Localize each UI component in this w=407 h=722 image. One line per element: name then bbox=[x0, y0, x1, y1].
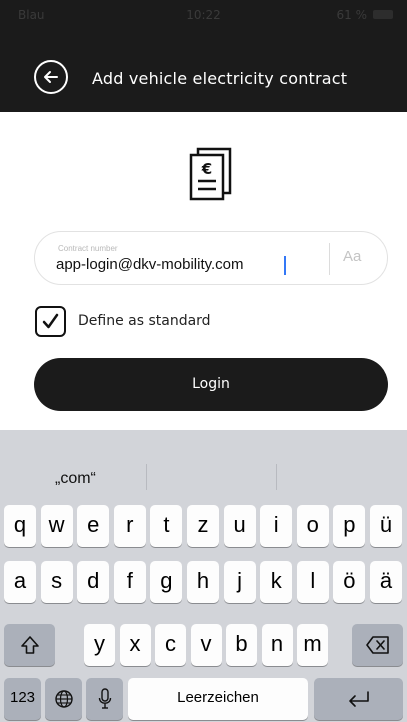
key-ö[interactable]: ö bbox=[333, 561, 366, 603]
contract-number-label: Contract number bbox=[58, 244, 118, 253]
key-g[interactable]: g bbox=[150, 561, 183, 603]
key-j[interactable]: j bbox=[223, 561, 256, 603]
contract-number-input[interactable]: app-login@dkv-mobility.com bbox=[56, 256, 244, 273]
key-c[interactable]: c bbox=[155, 624, 186, 666]
contract-number-field[interactable]: Contract number app-login@dkv-mobility.c… bbox=[34, 231, 388, 285]
key-u[interactable]: u bbox=[223, 505, 256, 547]
backspace-icon bbox=[365, 636, 389, 654]
key-n[interactable]: n bbox=[261, 624, 293, 666]
microphone-key[interactable] bbox=[86, 678, 123, 720]
case-toggle-button[interactable]: Aa bbox=[343, 248, 361, 265]
key-x[interactable]: x bbox=[119, 624, 151, 666]
numbers-key[interactable]: 123 bbox=[4, 678, 41, 720]
key-l[interactable]: l bbox=[296, 561, 329, 603]
euro-document-icon: € bbox=[189, 147, 232, 201]
key-b[interactable]: b bbox=[226, 624, 257, 666]
key-h[interactable]: h bbox=[187, 561, 219, 603]
checkmark-icon bbox=[42, 313, 59, 329]
key-a[interactable]: a bbox=[4, 561, 36, 603]
status-bar: Blau 10:22 61 % bbox=[0, 0, 407, 44]
return-icon bbox=[348, 691, 369, 707]
key-ü[interactable]: ü bbox=[370, 505, 402, 547]
suggestion-bar: „com“ bbox=[0, 430, 407, 490]
key-m[interactable]: m bbox=[297, 624, 328, 666]
svg-text:€: € bbox=[201, 160, 212, 178]
key-w[interactable]: w bbox=[40, 505, 73, 547]
battery-icon bbox=[373, 10, 393, 19]
return-key[interactable] bbox=[314, 678, 403, 720]
key-q[interactable]: q bbox=[4, 505, 36, 547]
globe-key[interactable] bbox=[45, 678, 82, 720]
key-ä[interactable]: ä bbox=[370, 561, 402, 603]
space-key[interactable]: Leerzeichen bbox=[128, 678, 308, 720]
key-t[interactable]: t bbox=[150, 505, 183, 547]
suggestion-item[interactable]: „com“ bbox=[55, 470, 96, 488]
key-f[interactable]: f bbox=[113, 561, 146, 603]
define-standard-label: Define as standard bbox=[78, 313, 211, 329]
key-s[interactable]: s bbox=[40, 561, 73, 603]
login-button[interactable]: Login bbox=[34, 358, 388, 411]
battery-label: 61 % bbox=[336, 8, 368, 22]
field-divider bbox=[329, 243, 330, 275]
microphone-icon bbox=[98, 688, 111, 709]
back-arrow-icon bbox=[44, 71, 58, 83]
key-k[interactable]: k bbox=[260, 561, 293, 603]
backspace-key[interactable] bbox=[352, 624, 403, 666]
page-title: Add vehicle electricity contract bbox=[92, 69, 348, 88]
key-i[interactable]: i bbox=[260, 505, 293, 547]
top-app-bar: Add vehicle electricity contract bbox=[0, 44, 407, 112]
key-y[interactable]: y bbox=[84, 624, 115, 666]
key-p[interactable]: p bbox=[333, 505, 366, 547]
suggestion-divider bbox=[276, 464, 277, 490]
back-button[interactable] bbox=[34, 60, 68, 94]
key-r[interactable]: r bbox=[113, 505, 146, 547]
key-e[interactable]: e bbox=[77, 505, 110, 547]
key-d[interactable]: d bbox=[77, 561, 110, 603]
key-z[interactable]: z bbox=[187, 505, 219, 547]
shift-key[interactable] bbox=[4, 624, 55, 666]
on-screen-keyboard: „com“ qwertzuiopü asdfghjklöä yxcvbnm 12… bbox=[0, 430, 407, 722]
key-v[interactable]: v bbox=[190, 624, 222, 666]
key-o[interactable]: o bbox=[296, 505, 329, 547]
text-caret bbox=[284, 256, 286, 275]
define-standard-checkbox[interactable] bbox=[35, 306, 66, 337]
suggestion-divider bbox=[146, 464, 147, 490]
shift-icon bbox=[20, 636, 39, 654]
globe-icon bbox=[54, 690, 73, 708]
